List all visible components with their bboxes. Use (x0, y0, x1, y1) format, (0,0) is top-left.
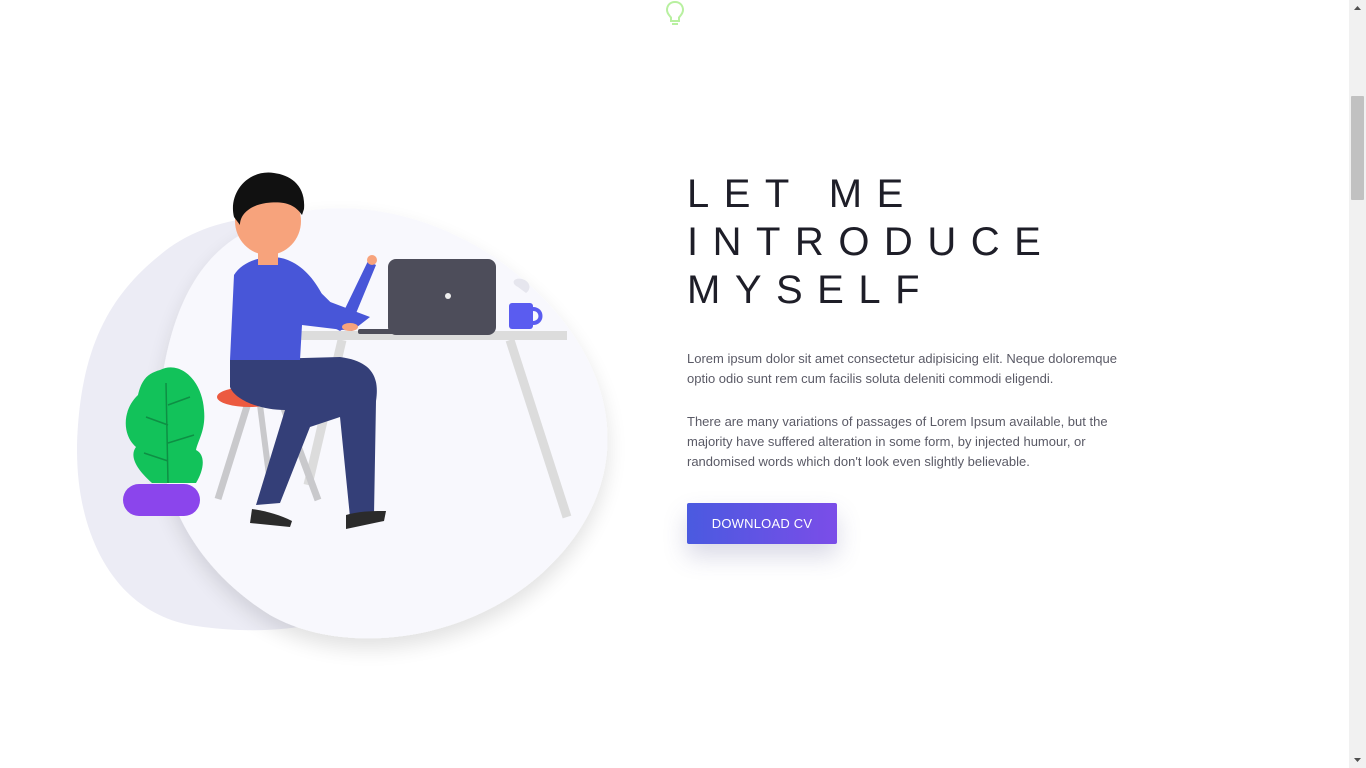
scrollbar-thumb[interactable] (1351, 96, 1364, 200)
intro-block: LET ME INTRODUCE MYSELF Lorem ipsum dolo… (687, 170, 1137, 544)
lightbulb-icon (665, 0, 685, 25)
person-at-desk-illustration (76, 172, 608, 639)
download-cv-button[interactable]: DOWNLOAD CV (687, 503, 837, 544)
intro-paragraph-2: There are many variations of passages of… (687, 414, 1108, 469)
laptop-base (358, 329, 438, 334)
laptop-screen (388, 259, 496, 335)
plant-pot (123, 484, 200, 516)
intro-paragraph-1: Lorem ipsum dolor sit amet consectetur a… (687, 351, 1117, 386)
about-section: LET ME INTRODUCE MYSELF Lorem ipsum dolo… (0, 0, 1349, 768)
laptop-camera (445, 293, 451, 299)
heading-line-3: MYSELF (687, 268, 935, 312)
section-heading: LET ME INTRODUCE MYSELF (687, 170, 1137, 314)
heading-line-1: LET ME (687, 172, 918, 216)
scroll-up-arrow-icon[interactable] (1349, 0, 1366, 17)
vertical-scrollbar[interactable] (1349, 0, 1366, 768)
heading-line-2: INTRODUCE (687, 220, 1056, 264)
scroll-down-arrow-icon[interactable] (1349, 751, 1366, 768)
mug (509, 303, 533, 329)
